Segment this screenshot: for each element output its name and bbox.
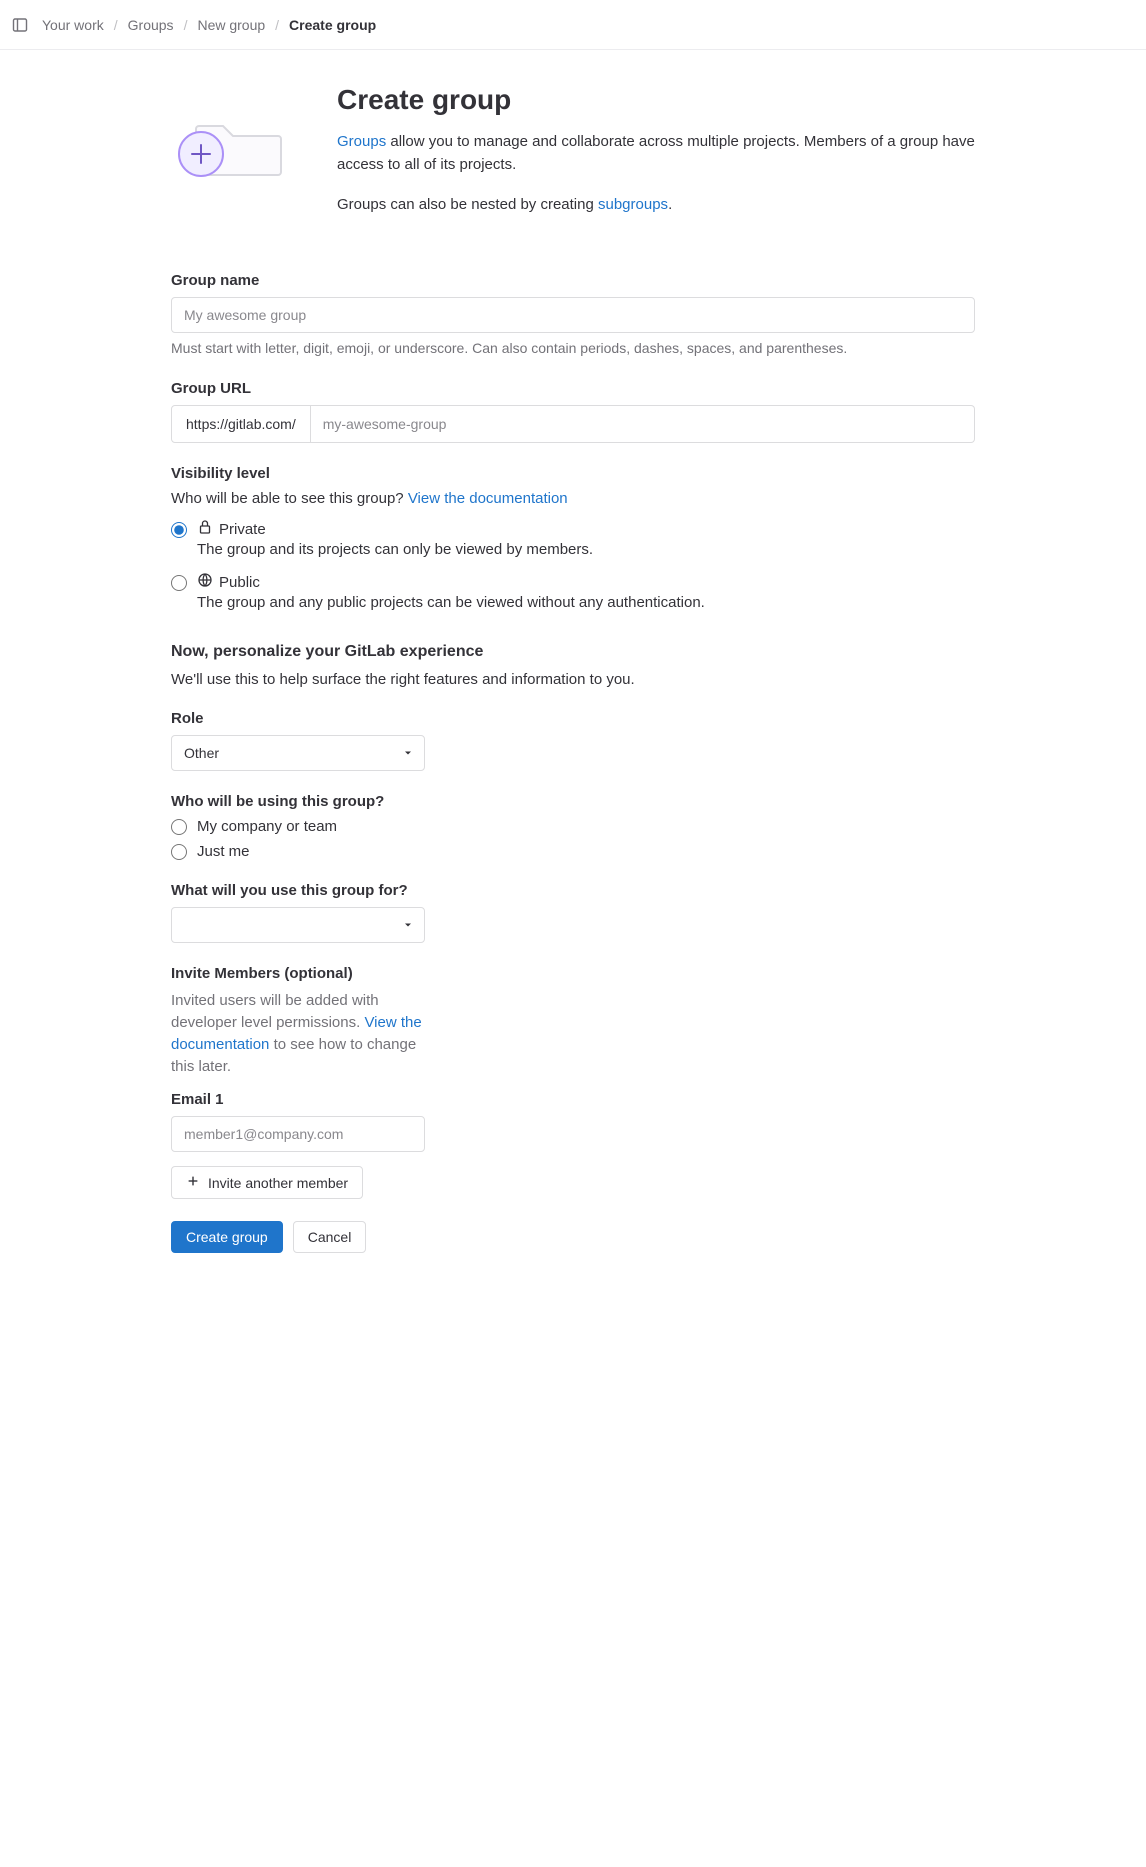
invite-helper: Invited users will be added with develop… (171, 990, 425, 1077)
cancel-button[interactable]: Cancel (293, 1221, 367, 1253)
subgroups-link[interactable]: subgroups (598, 196, 668, 213)
invite-section: Invite Members (optional) Invited users … (171, 965, 425, 1199)
new-group-illustration (171, 80, 311, 232)
usage-section: What will you use this group for? (171, 882, 425, 943)
top-bar: Your work / Groups / New group / Create … (0, 0, 1146, 50)
role-select[interactable]: Other (171, 735, 425, 771)
group-url-label: Group URL (171, 380, 975, 397)
visibility-public-title: Public (219, 574, 260, 591)
usage-select[interactable] (171, 907, 425, 943)
visibility-option-private: Private The group and its projects can o… (171, 519, 975, 568)
group-url-prefix: https://gitlab.com/ (171, 405, 311, 443)
email1-input[interactable] (171, 1116, 425, 1152)
intro-text-body: allow you to manage and collaborate acro… (337, 133, 975, 173)
invite-heading: Invite Members (optional) (171, 965, 425, 982)
email1-label: Email 1 (171, 1091, 425, 1108)
intro-text: Create group Groups allow you to manage … (337, 80, 975, 232)
who-radio-company[interactable] (171, 819, 187, 835)
role-label: Role (171, 710, 425, 727)
breadcrumb-groups[interactable]: Groups (128, 17, 174, 33)
visibility-option-public: Public The group and any public projects… (171, 572, 975, 621)
breadcrumbs: Your work / Groups / New group / Create … (42, 17, 376, 33)
visibility-label: Visibility level (171, 465, 975, 482)
breadcrumb-separator: / (114, 17, 118, 33)
groups-link[interactable]: Groups (337, 133, 386, 150)
visibility-private-title: Private (219, 521, 266, 538)
who-section: Who will be using this group? My company… (171, 793, 975, 860)
who-label: Who will be using this group? (171, 793, 975, 810)
visibility-radio-public[interactable] (171, 575, 187, 591)
visibility-question: Who will be able to see this group? View… (171, 490, 975, 507)
breadcrumb-separator: / (275, 17, 279, 33)
personalize-section: Now, personalize your GitLab experience … (171, 643, 975, 688)
group-name-section: Group name Must start with letter, digit… (171, 272, 975, 359)
who-radio-me[interactable] (171, 844, 187, 860)
visibility-section: Visibility level Who will be able to see… (171, 465, 975, 621)
intro2-suffix: . (668, 196, 672, 213)
visibility-private-desc: The group and its projects can only be v… (197, 541, 975, 558)
plus-icon (186, 1174, 200, 1191)
lock-icon (197, 519, 213, 539)
role-section: Role Other (171, 710, 425, 771)
usage-label: What will you use this group for? (171, 882, 425, 899)
personalize-sub: We'll use this to help surface the right… (171, 671, 975, 688)
breadcrumb-new-group[interactable]: New group (197, 17, 265, 33)
group-url-section: Group URL https://gitlab.com/ (171, 380, 975, 443)
header-row: Create group Groups allow you to manage … (171, 80, 975, 232)
create-group-button[interactable]: Create group (171, 1221, 283, 1253)
visibility-public-desc: The group and any public projects can be… (197, 594, 975, 611)
invite-another-button[interactable]: Invite another member (171, 1166, 363, 1199)
group-name-helper: Must start with letter, digit, emoji, or… (171, 339, 975, 359)
visibility-doc-link[interactable]: View the documentation (408, 490, 568, 507)
footer-actions: Create group Cancel (171, 1221, 975, 1253)
breadcrumb-current: Create group (289, 17, 376, 33)
group-url-input[interactable] (311, 405, 975, 443)
visibility-radio-private[interactable] (171, 522, 187, 538)
group-name-label: Group name (171, 272, 975, 289)
intro2-prefix: Groups can also be nested by creating (337, 196, 598, 213)
sidebar-toggle-icon[interactable] (12, 17, 28, 33)
personalize-heading: Now, personalize your GitLab experience (171, 643, 975, 661)
who-option-company[interactable]: My company or team (171, 818, 975, 835)
group-name-input[interactable] (171, 297, 975, 333)
page-title: Create group (337, 84, 975, 116)
who-option-me[interactable]: Just me (171, 843, 975, 860)
page-content: Create group Groups allow you to manage … (153, 50, 993, 1293)
earth-icon (197, 572, 213, 592)
breadcrumb-your-work[interactable]: Your work (42, 17, 104, 33)
breadcrumb-separator: / (184, 17, 188, 33)
